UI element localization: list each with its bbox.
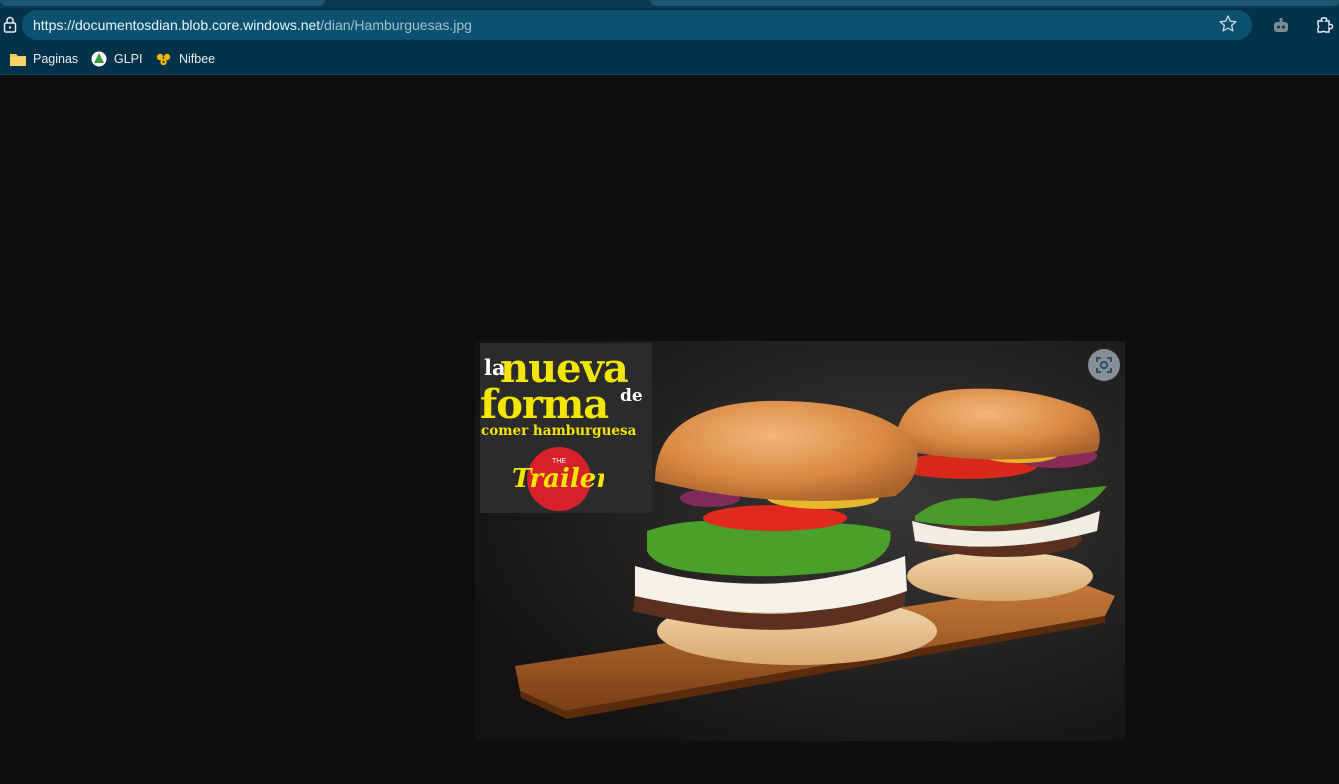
promo-text-de: de	[620, 386, 643, 406]
visual-search-button[interactable]	[1088, 349, 1120, 381]
promo-text-comer: comer hamburguesa	[481, 423, 637, 439]
bookmarks-bar: Paginas GLPI Nifbee	[0, 42, 1339, 75]
tab-inactive[interactable]	[650, 0, 1339, 6]
bookmark-label: GLPI	[114, 52, 143, 66]
bookmark-nifbee[interactable]: Nifbee	[155, 49, 215, 69]
bookmark-glpi[interactable]: GLPI	[90, 49, 143, 69]
visual-search-icon	[1096, 357, 1112, 373]
tab-strip	[0, 0, 1339, 8]
nifbee-icon	[156, 53, 171, 66]
glpi-icon	[91, 51, 107, 67]
bookmark-label: Nifbee	[179, 52, 216, 66]
bookmark-paginas[interactable]: Paginas	[9, 49, 78, 69]
trailer-logo: THE Trailer	[512, 447, 604, 511]
hamburger-image[interactable]: la nueva forma de comer hamburguesa THE …	[475, 341, 1125, 741]
tab-inactive[interactable]	[0, 0, 325, 6]
image-viewer: la nueva forma de comer hamburguesa THE …	[0, 76, 1339, 784]
url-path: /dian/Hamburguesas.jpg	[320, 17, 472, 33]
url-host: https://documentosdian.blob.core.windows…	[33, 17, 321, 33]
address-bar[interactable]: https://documentosdian.blob.core.windows…	[22, 10, 1252, 40]
promo-text-forma: forma	[480, 381, 609, 428]
promo-box: la nueva forma de comer hamburguesa THE …	[480, 343, 652, 513]
folder-icon	[10, 54, 26, 66]
bookmark-label: Paginas	[33, 52, 79, 66]
lock-icon[interactable]	[3, 16, 17, 34]
url-text[interactable]: https://documentosdian.blob.core.windows…	[33, 17, 472, 33]
browser-toolbar: https://documentosdian.blob.core.windows…	[0, 8, 1339, 42]
extensions-icon[interactable]	[1314, 15, 1336, 37]
star-icon[interactable]	[1218, 14, 1238, 34]
copilot-icon[interactable]	[1270, 15, 1292, 37]
logo-text-name: Trailer	[512, 464, 604, 494]
